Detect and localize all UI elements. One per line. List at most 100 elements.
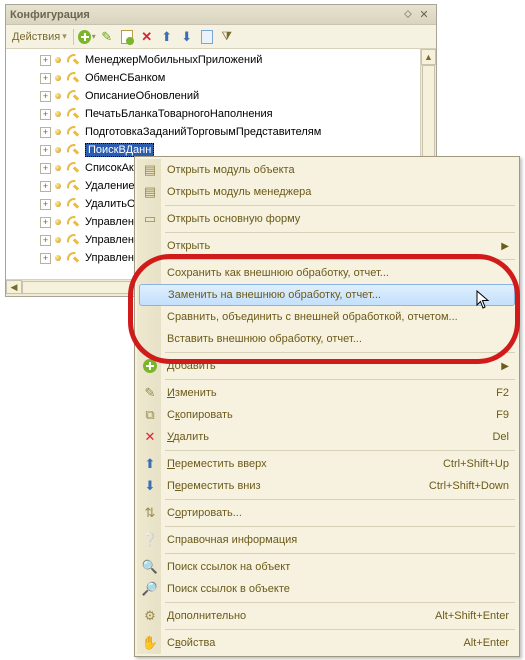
expand-toggle[interactable]: +: [40, 181, 51, 192]
up-icon: ⬆: [141, 455, 159, 473]
menu-item[interactable]: ✕УдалитьDel: [137, 426, 517, 448]
menu-item-label: Справочная информация: [167, 534, 509, 546]
edit-button[interactable]: ✎: [98, 28, 116, 46]
submenu-arrow-icon: ▶: [501, 241, 509, 252]
wrench-icon: [65, 232, 81, 248]
tree-item[interactable]: +ПечатьБланкаТоварногоНаполнения: [12, 105, 436, 123]
tree-item-label: ПодготовкаЗаданийТорговымПредставителям: [85, 126, 321, 138]
menu-item[interactable]: 🔍Поиск ссылок на объект: [137, 556, 517, 578]
plus-icon: [78, 30, 91, 44]
x-icon: ✕: [141, 29, 152, 45]
submenu-arrow-icon: ▶: [501, 361, 509, 372]
delete-button[interactable]: ✕: [138, 28, 156, 46]
props-icon: ✋: [141, 634, 159, 652]
tree-item[interactable]: +МенеджерМобильныхПриложений: [12, 51, 436, 69]
menu-item[interactable]: ✋СвойстваAlt+Enter: [137, 632, 517, 654]
tree-item[interactable]: + ПодготовкаЗаданийТорговымПредставителям: [12, 123, 436, 141]
menu-item[interactable]: ⧉СкопироватьF9: [137, 404, 517, 426]
bullet-icon: [55, 93, 61, 99]
pencil-icon: ✎: [101, 29, 112, 45]
close-button[interactable]: ✕: [416, 8, 432, 22]
menu-item[interactable]: 🔎Поиск ссылок в объекте: [137, 578, 517, 600]
menu-item[interactable]: ⚙ДополнительноAlt+Shift+Enter: [137, 605, 517, 627]
move-down-button[interactable]: ⬇: [178, 28, 196, 46]
add-icon: [141, 357, 159, 375]
expand-toggle[interactable]: +: [40, 91, 51, 102]
bullet-icon: [55, 129, 61, 135]
menu-item-label: Поиск ссылок в объекте: [167, 583, 509, 595]
menu-item[interactable]: Вставить внешнюю обработку, отчет...: [137, 328, 517, 350]
tree-item-label: ОписаниеОбновлений: [85, 90, 199, 102]
module-icon: ▤: [141, 161, 159, 179]
panel-title: Конфигурация: [10, 9, 400, 21]
bullet-icon: [55, 183, 61, 189]
menu-item[interactable]: ▭Открыть основную форму: [137, 208, 517, 230]
wrench-icon: [65, 88, 81, 104]
menu-separator: [165, 553, 515, 554]
menu-item[interactable]: ⬇ Переместить вниз Ctrl+Shift+Down: [137, 475, 517, 497]
expand-toggle[interactable]: +: [40, 109, 51, 120]
bullet-icon: [55, 165, 61, 171]
add-button[interactable]: ▾: [78, 28, 96, 46]
expand-toggle[interactable]: +: [40, 217, 51, 228]
menu-shortcut: Ctrl+Shift+Down: [429, 480, 509, 492]
module-icon: ▤: [141, 183, 159, 201]
menu-item[interactable]: Заменить на внешнюю обработку, отчет...: [139, 284, 515, 306]
tree-item[interactable]: + ОписаниеОбновлений: [12, 87, 436, 105]
expand-toggle[interactable]: +: [40, 199, 51, 210]
menu-item[interactable]: Открыть▶: [137, 235, 517, 257]
menu-item-label: Переместить вниз: [167, 480, 419, 492]
pin-button[interactable]: ⬦: [400, 8, 416, 22]
arrow-down-icon: ⬇: [181, 29, 192, 45]
menu-separator: [165, 499, 515, 500]
sheet-button[interactable]: [198, 28, 216, 46]
menu-item-label: Переместить вверх: [167, 458, 433, 470]
expand-toggle[interactable]: +: [40, 127, 51, 138]
wrench-icon: [65, 160, 81, 176]
menu-separator: [165, 450, 515, 451]
menu-separator: [165, 526, 515, 527]
menu-separator: [165, 205, 515, 206]
menu-item[interactable]: Сравнить, объединить с внешней обработко…: [137, 306, 517, 328]
menu-item-label: Сохранить как внешнюю обработку, отчет..…: [167, 267, 509, 279]
expand-toggle[interactable]: +: [40, 163, 51, 174]
wrench-icon: [65, 106, 81, 122]
menu-item[interactable]: ▤Открыть модуль менеджера: [137, 181, 517, 203]
actions-menu[interactable]: Действия ▾: [10, 31, 69, 43]
menu-item[interactable]: ✎ИзменитьF2: [137, 382, 517, 404]
menu-separator: [165, 629, 515, 630]
menu-item-label: Открыть: [167, 240, 501, 252]
page-plus-icon: [121, 30, 133, 44]
expand-toggle[interactable]: +: [40, 73, 51, 84]
scroll-up-button[interactable]: ▲: [421, 49, 436, 65]
new-page-button[interactable]: [118, 28, 136, 46]
down-icon: ⬇: [141, 477, 159, 495]
toolbar-separator: [73, 29, 74, 45]
menu-item[interactable]: ❔Справочная информация: [137, 529, 517, 551]
menu-item[interactable]: ⬆ Переместить вверх Ctrl+Shift+Up: [137, 453, 517, 475]
extra-icon: ⚙: [141, 607, 159, 625]
menu-item[interactable]: Сохранить как внешнюю обработку, отчет..…: [137, 262, 517, 284]
pencil-icon: ✎: [141, 384, 159, 402]
expand-toggle[interactable]: +: [40, 55, 51, 66]
menu-shortcut: Del: [492, 431, 509, 443]
wrench-icon: [65, 196, 81, 212]
menu-shortcut: Alt+Enter: [463, 637, 509, 649]
expand-toggle[interactable]: +: [40, 145, 51, 156]
menu-item-label: Дополнительно: [167, 610, 425, 622]
move-up-button[interactable]: ⬆: [158, 28, 176, 46]
menu-shortcut: Ctrl+Shift+Up: [443, 458, 509, 470]
expand-toggle[interactable]: +: [40, 253, 51, 264]
menu-separator: [165, 379, 515, 380]
chevron-down-icon: ▾: [62, 31, 67, 42]
expand-toggle[interactable]: +: [40, 235, 51, 246]
searchout-icon: 🔍: [141, 558, 159, 576]
tree-item[interactable]: +ОбменСБанком: [12, 69, 436, 87]
menu-item[interactable]: Добавить▶: [137, 355, 517, 377]
filter-button[interactable]: ⧩: [218, 28, 236, 46]
menu-item-label: Сортировать...: [167, 507, 509, 519]
menu-item-label: Сравнить, объединить с внешней обработко…: [167, 311, 509, 323]
menu-item[interactable]: ▤Открыть модуль объекта: [137, 159, 517, 181]
menu-item[interactable]: ⇅Сортировать...: [137, 502, 517, 524]
scroll-left-button[interactable]: ◀: [6, 280, 22, 294]
